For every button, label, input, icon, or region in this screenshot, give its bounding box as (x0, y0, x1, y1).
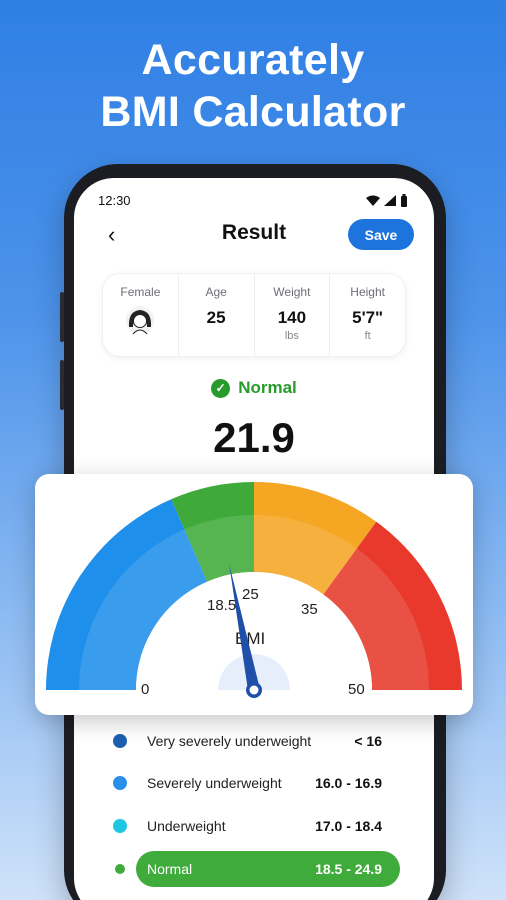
range-label: Underweight (147, 818, 226, 834)
headline-line-1: Accurately (141, 36, 365, 84)
save-button[interactable]: Save (348, 219, 414, 250)
status-bar: 12:30 (98, 190, 408, 210)
height-value: 5'7" (352, 308, 384, 327)
range-value: 16.0 - 16.9 (315, 775, 382, 791)
gauge-max-label: 50 (348, 681, 365, 698)
result-status: ✓ Normal (74, 378, 434, 398)
weight-unit: lbs (284, 330, 299, 342)
height-label: Height (350, 285, 385, 299)
list-item[interactable]: Severely underweight 16.0 - 16.9 (102, 765, 406, 801)
range-value: 18.5 - 24.9 (315, 861, 382, 877)
range-value: < 16 (354, 733, 382, 749)
female-avatar-icon (126, 306, 155, 335)
bmi-gauge: 18.5 25 35 BMI 0 50 (46, 482, 462, 715)
range-color-dot (113, 734, 127, 748)
list-item[interactable]: Underweight 17.0 - 18.4 (102, 808, 406, 844)
range-color-dot (113, 819, 127, 833)
app-bar: ‹ Result Save (74, 218, 434, 252)
bmi-value: 21.9 (213, 414, 295, 461)
range-value: 17.0 - 18.4 (315, 818, 382, 834)
headline: Accurately BMI Calculator (0, 34, 506, 138)
status-time: 12:30 (98, 192, 131, 208)
height-unit: ft (364, 330, 371, 342)
list-item[interactable]: Very severely underweight < 16 (102, 723, 406, 759)
profile-summary-card: Female Age 25 Weight 140 lbs Height 5'7"… (102, 273, 406, 357)
wifi-icon (366, 195, 380, 206)
bmi-range-list: Very severely underweight < 16 Severely … (102, 723, 406, 900)
profile-age: Age 25 (179, 274, 255, 356)
phone-side-button (60, 292, 64, 342)
signal-icon (384, 194, 396, 206)
weight-label: Weight (273, 285, 311, 299)
needle-pivot-center (249, 685, 259, 695)
profile-gender: Female (103, 274, 179, 356)
gauge-min-label: 0 (141, 681, 149, 698)
range-color-dot (113, 776, 127, 790)
headline-line-2: BMI Calculator (100, 88, 406, 136)
gauge-tick-label: 25 (242, 586, 259, 603)
range-label: Severely underweight (147, 775, 282, 791)
age-label: Age (205, 285, 227, 299)
profile-weight: Weight 140 lbs (255, 274, 331, 356)
age-value: 25 (206, 308, 226, 327)
gender-label: Female (120, 285, 161, 299)
range-color-dot (113, 862, 127, 876)
check-circle-icon: ✓ (211, 378, 231, 398)
bmi-gauge-card: 18.5 25 35 BMI 0 50 (35, 474, 473, 715)
battery-icon (401, 193, 407, 207)
range-label: Normal (147, 861, 193, 877)
result-status-label: Normal (238, 378, 297, 397)
gauge-tick-label: 35 (301, 601, 318, 618)
list-item-active[interactable]: Normal 18.5 - 24.9 (102, 851, 406, 887)
range-label: Very severely underweight (147, 733, 312, 749)
phone-side-button (60, 360, 64, 410)
gauge-tick-label: 18.5 (207, 597, 236, 614)
profile-height: Height 5'7" ft (330, 274, 405, 356)
weight-value: 140 (277, 308, 307, 327)
